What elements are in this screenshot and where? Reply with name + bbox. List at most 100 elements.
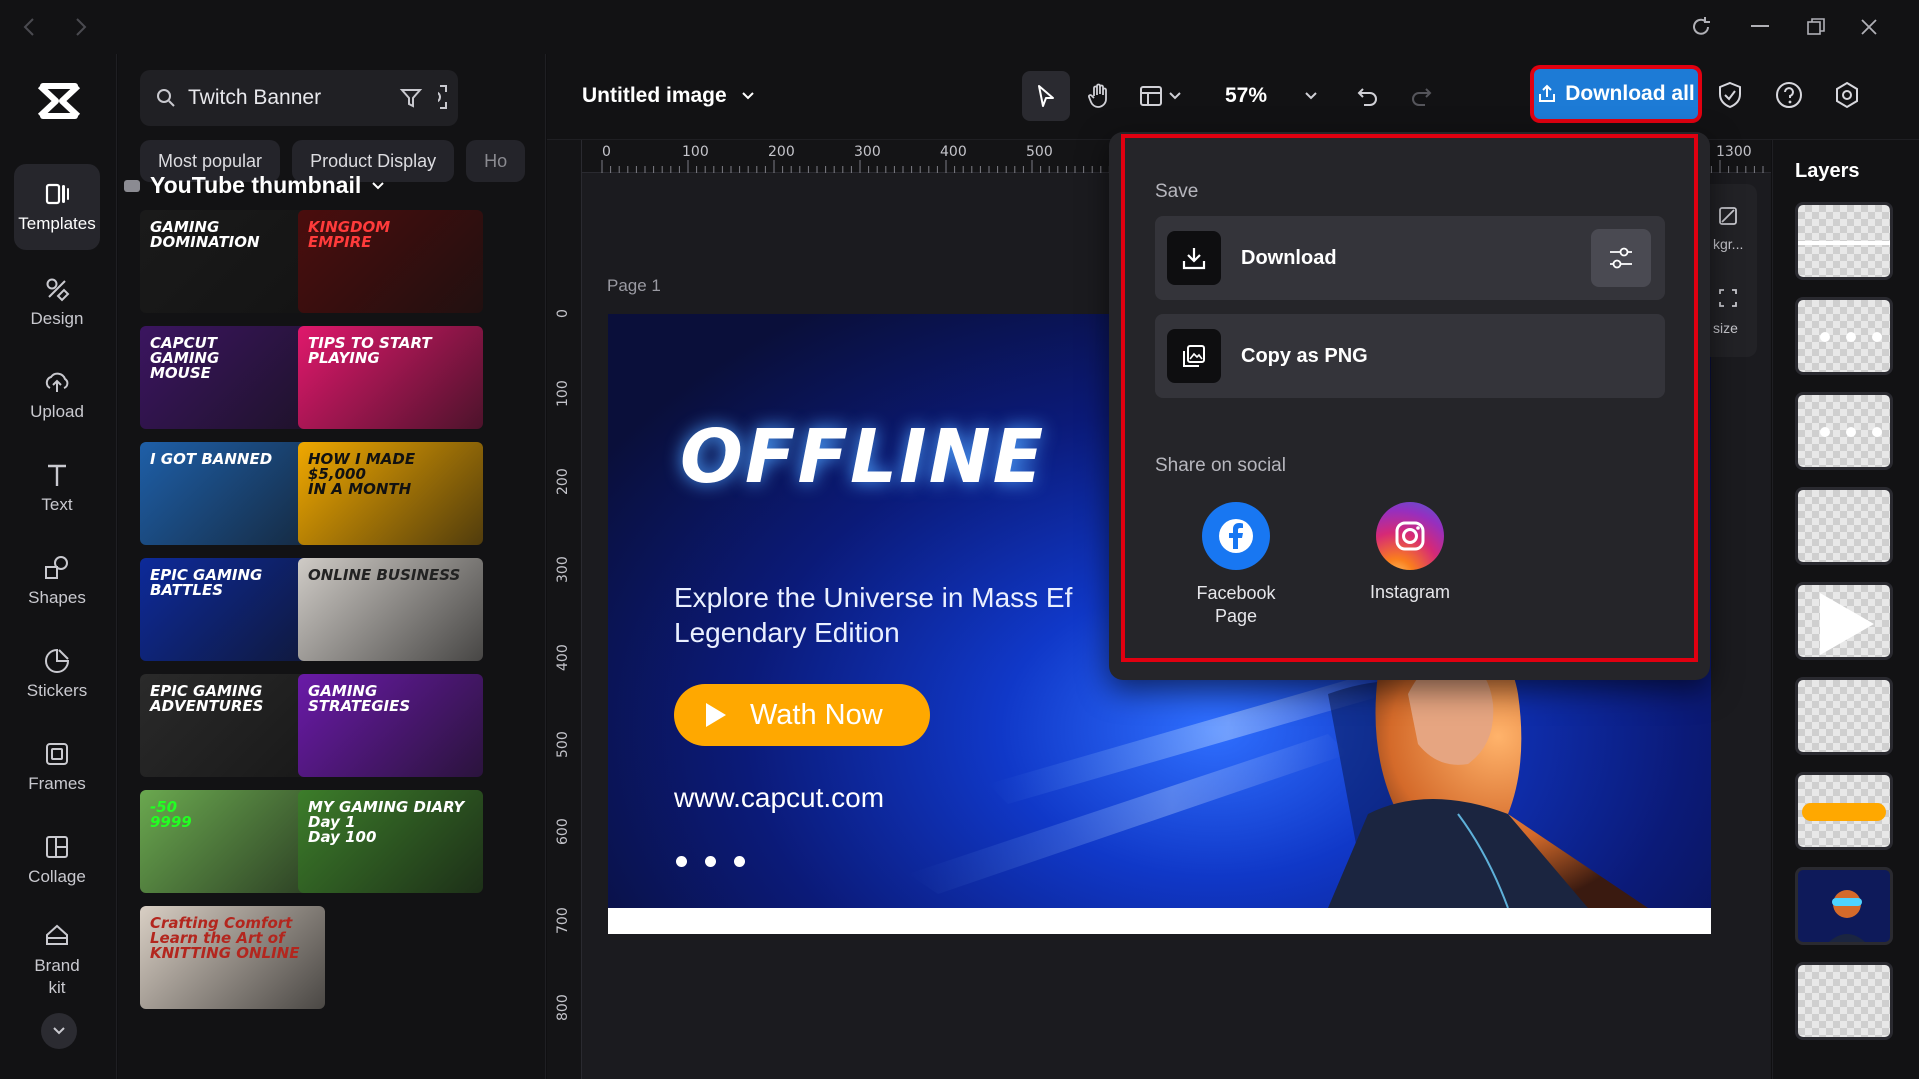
layer-thumb[interactable] [1795,772,1893,850]
sidebar-item-templates[interactable]: Templates [14,164,100,250]
minimize-icon[interactable] [1745,12,1775,42]
chevron-down-icon [1304,91,1318,101]
chevron-down-icon [52,1026,66,1036]
select-tool-button[interactable] [1022,71,1070,121]
filter-button[interactable] [384,70,438,126]
template-tile-text: MY GAMING DIARYDay 1Day 100 [308,800,464,845]
template-tile-text: GAMINGSTRATEGIES [308,684,410,714]
ruler-label: 600 [555,818,571,845]
layer-thumb[interactable] [1795,392,1893,470]
undo-icon [1357,85,1379,107]
top-toolbar: Untitled image 57% Download all [547,54,1919,140]
restore-icon[interactable] [1801,12,1831,42]
sidebar-item-label: Brand kit [27,955,87,999]
settings-button[interactable] [1830,78,1864,112]
sidebar-item-collage[interactable]: Collage [14,817,100,903]
download-all-button[interactable]: Download all [1534,69,1698,119]
templates-icon [43,180,71,208]
banner-cta-label: Wath Now [750,699,883,732]
layer-thumb[interactable] [1795,867,1893,945]
copy-image-icon [1167,329,1221,383]
layer-thumb[interactable] [1795,297,1893,375]
template-tile-text: TIPS TO STARTPLAYING [308,336,432,366]
sidebar-item-upload[interactable]: Upload [14,352,100,438]
chip-overflow[interactable]: Ho [466,140,525,182]
sidebar-item-stickers[interactable]: Stickers [14,631,100,717]
save-section-label: Save [1155,181,1198,203]
zoom-level[interactable]: 57% [1225,84,1267,108]
sidebar-item-design[interactable]: Design [14,259,100,345]
layer-thumb[interactable] [1795,582,1893,660]
sidebar-item-shapes[interactable]: Shapes [14,538,100,624]
template-tile-line: IN A MONTH [308,482,415,497]
document-title[interactable]: Untitled image [582,84,755,108]
banner-headline: OFFLINE [680,414,1045,500]
download-option-label: Download [1241,247,1337,270]
forward-arrow-icon[interactable] [66,12,96,42]
sliders-icon [1608,246,1634,270]
hand-tool-button[interactable] [1075,71,1123,121]
shield-check-icon [1717,81,1743,109]
design-icon [43,275,71,303]
template-tile-line: BATTLES [150,583,262,598]
template-tile[interactable]: GAMINGSTRATEGIES [298,674,483,777]
template-tile-text: -509999 [150,800,192,830]
template-tile[interactable]: MY GAMING DIARYDay 1Day 100 [298,790,483,893]
more-tools-button[interactable] [41,1013,77,1049]
resize-tool-icon[interactable] [1718,288,1738,308]
layout-tool-button[interactable] [1130,71,1190,121]
share-facebook-button[interactable]: Facebook Page [1166,502,1306,629]
ruler-label: 300 [854,144,881,160]
template-tile-line: 9999 [150,815,192,830]
search-icon [156,88,176,108]
chevron-down-icon [1169,92,1181,100]
download-settings-button[interactable] [1591,229,1651,287]
vertical-ruler: 0 100 200 300 400 500 600 700 800 [547,140,582,1079]
sidebar-item-brand-kit[interactable]: Brand kit [14,910,100,1010]
facebook-label: Facebook Page [1196,582,1275,629]
youtube-icon [124,180,140,192]
upload-icon [43,368,71,396]
layer-thumb[interactable] [1795,202,1893,280]
download-option[interactable]: Download [1155,216,1665,300]
templates-panel: Twitch Banner Most popular Product Displ… [118,54,546,1079]
sidebar-item-text[interactable]: Text [14,445,100,531]
instagram-label: Instagram [1370,582,1450,603]
download-all-label: Download all [1565,82,1695,106]
close-window-icon[interactable] [1854,12,1884,42]
sidebar-item-frames[interactable]: Frames [14,724,100,810]
template-tile-line: ONLINE BUSINESS [308,568,460,583]
instagram-icon [1376,502,1444,570]
template-tile-line: DOMINATION [150,235,260,250]
layer-thumb[interactable] [1795,677,1893,755]
download-icon [1167,231,1221,285]
redo-button[interactable] [1397,71,1445,121]
copy-png-option[interactable]: Copy as PNG [1155,314,1665,398]
zoom-dropdown-button[interactable] [1287,71,1335,121]
banner-dots [676,856,745,867]
template-tile[interactable]: ONLINE BUSINESS [298,558,483,661]
background-tool-icon[interactable] [1718,206,1738,226]
share-instagram-button[interactable]: Instagram [1340,502,1480,603]
collage-icon [43,833,71,861]
banner-cta-button[interactable]: Wath Now [674,684,930,746]
search-value: Twitch Banner [188,86,321,110]
shield-button[interactable] [1713,78,1747,112]
back-arrow-icon[interactable] [14,12,44,42]
layer-thumb[interactable] [1795,487,1893,565]
template-tile-text: EPIC GAMINGBATTLES [150,568,262,598]
capcut-logo[interactable] [34,76,84,126]
template-tile-line: EMPIRE [308,235,390,250]
template-tile[interactable]: HOW I MADE$5,000IN A MONTH [298,442,483,545]
template-tile[interactable]: TIPS TO STARTPLAYING [298,326,483,429]
sidebar-item-label: Text [41,495,72,515]
template-tile[interactable]: Crafting ComfortLearn the Art ofKNITTING… [140,906,325,1009]
layer-thumb[interactable] [1795,962,1893,1040]
ruler-label: 100 [682,144,709,160]
refresh-icon[interactable] [1686,12,1716,42]
sidebar-item-label: Frames [28,774,86,794]
help-button[interactable] [1772,78,1806,112]
undo-button[interactable] [1344,71,1392,121]
template-tile[interactable]: KINGDOMEMPIRE [298,210,483,313]
section-header[interactable]: YouTube thumbnail [124,172,385,199]
